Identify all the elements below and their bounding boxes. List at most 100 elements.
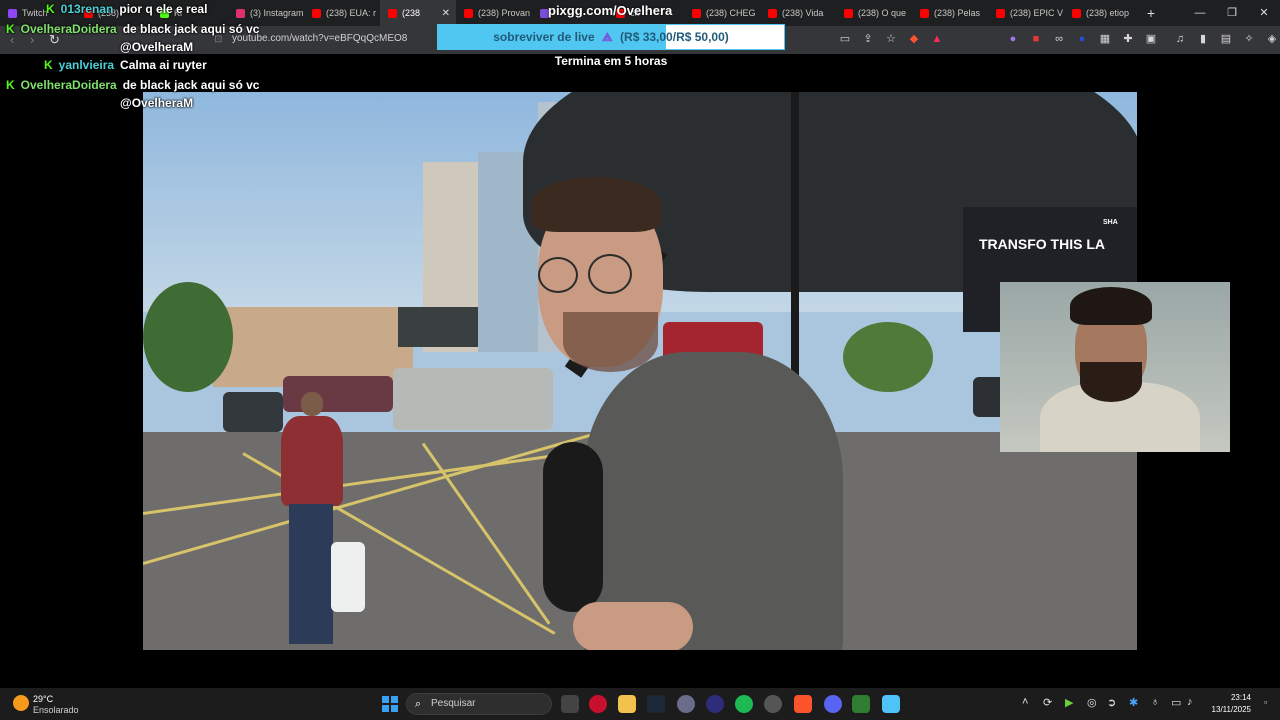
kick-badge-icon: K — [6, 78, 15, 92]
chat-message: K OvelheraDoidera de black jack aqui só vc — [6, 78, 259, 92]
browser-tab[interactable]: (238) EUA: r — [304, 0, 380, 26]
browser-tab[interactable]: (238 ✕ — [380, 0, 456, 26]
kick-badge-icon: K — [6, 22, 15, 36]
network-icon[interactable]: ▭ — [1171, 696, 1181, 709]
chat-username: OvelheraDoidera — [20, 78, 117, 92]
tab-favicon-icon — [388, 8, 397, 18]
leo-ai-icon[interactable]: ✧ — [1242, 32, 1256, 46]
extension-1-icon[interactable]: ● — [1006, 32, 1020, 46]
billboard-text: TRANSFO THIS LA — [979, 236, 1105, 252]
window-controls: — ❐ ✕ — [1184, 0, 1280, 26]
chat-message: Kyanlvieira Calma ai ruyter — [44, 58, 207, 72]
extensions-puzzle-icon[interactable]: ✚ — [1121, 32, 1135, 46]
wallet-icon[interactable]: ▤ — [1219, 32, 1233, 46]
vpn-icon[interactable]: ◈ — [1265, 32, 1279, 46]
pixgg-logo-icon: ⟁ — [601, 30, 613, 44]
app-icon[interactable] — [852, 695, 870, 713]
bluetooth-icon[interactable]: ✱ — [1129, 696, 1138, 709]
app-icon[interactable] — [706, 695, 724, 713]
app-icon[interactable] — [764, 695, 782, 713]
video-tree — [143, 282, 233, 392]
goal-label: sobreviver de live — [493, 30, 595, 44]
file-explorer-icon[interactable] — [618, 695, 636, 713]
start-button[interactable] — [382, 696, 398, 712]
volume-icon[interactable]: ♪ — [1187, 696, 1193, 708]
tab-close-icon[interactable]: ✕ — [442, 8, 450, 19]
weather-sun-icon[interactable] — [13, 695, 29, 711]
tab-favicon-icon — [312, 8, 321, 18]
chat-mention: @OvelheraM — [120, 40, 194, 54]
minimize-button[interactable]: — — [1184, 0, 1216, 26]
video-bag — [543, 442, 603, 612]
video-player[interactable]: SHA TRANSFO THIS LA — [143, 92, 1137, 650]
tab-favicon-icon — [920, 8, 929, 18]
video-vlogger-glasses — [538, 257, 578, 293]
tray-app-icon[interactable]: ◎ — [1087, 696, 1097, 709]
chat-mention: @OvelheraM — [120, 96, 194, 110]
tray-app-icon[interactable]: ➲ — [1107, 696, 1116, 709]
system-clock[interactable]: 23:14 13/11/2025 — [1212, 692, 1251, 716]
weather-temperature[interactable]: 29°C — [33, 694, 53, 704]
tab-title: (238) EUA: r — [326, 8, 377, 18]
browser-tab[interactable]: (238) Vida — [760, 0, 836, 26]
spotify-icon[interactable] — [735, 695, 753, 713]
notepad-icon[interactable] — [882, 695, 900, 713]
brave-browser-icon[interactable] — [794, 695, 812, 713]
taskbar-search[interactable]: ⌕ Pesquisar — [406, 693, 552, 715]
chat-message: K 013renan pior q ele e real — [46, 2, 207, 16]
extension-5-icon[interactable]: ▦ — [1098, 32, 1112, 46]
share-icon[interactable]: ⇪ — [861, 32, 875, 46]
cast-icon[interactable]: ▭ — [838, 32, 852, 46]
app-icon[interactable] — [677, 695, 695, 713]
browser-tab[interactable]: (238) O que — [836, 0, 912, 26]
sidebar-icon[interactable]: ▮ — [1196, 32, 1210, 46]
steam-icon[interactable] — [647, 695, 665, 713]
tab-title: (238) Vida — [782, 8, 824, 18]
goal-time-remaining: Termina em 5 horas — [554, 54, 668, 68]
extension-3-icon[interactable]: ∞ — [1052, 32, 1066, 46]
tab-favicon-icon — [1072, 8, 1081, 18]
chat-text: de black jack aqui só vc — [122, 22, 260, 36]
video-vlogger-glasses — [588, 254, 632, 294]
extension-4-icon[interactable]: ● — [1075, 32, 1089, 46]
browser-tab[interactable]: (238) Pelas — [912, 0, 988, 26]
tab-title: (238) CHEG — [706, 8, 756, 18]
extension-2-icon[interactable]: ■ — [1029, 32, 1043, 46]
screenshot-icon[interactable]: ▣ — [1144, 32, 1158, 46]
tab-favicon-icon — [996, 8, 1005, 18]
new-tab-button[interactable]: + — [1140, 5, 1162, 21]
chat-username: yanlvieira — [58, 58, 115, 72]
tab-favicon-icon — [8, 8, 17, 18]
bookmark-icon[interactable]: ☆ — [884, 32, 898, 46]
brave-rewards-icon[interactable]: ▲ — [930, 32, 944, 46]
task-view-icon[interactable] — [561, 695, 579, 713]
chat-text: de black jack aqui só vc — [122, 78, 260, 92]
media-icon[interactable]: ♫ — [1173, 32, 1187, 46]
donation-goal-text: sobreviver de live ⟁ (R$ 33,00/R$ 50,00) — [438, 25, 784, 49]
tray-app-icon[interactable]: ▶ — [1065, 696, 1073, 709]
tab-title: (3) Instagram — [250, 8, 304, 18]
discord-icon[interactable] — [824, 695, 842, 713]
address-actions: ▭ ⇪ ☆ ◆ ▲ — [838, 32, 944, 46]
close-window-button[interactable]: ✕ — [1248, 0, 1280, 26]
microphone-icon[interactable]: ♁ — [1151, 696, 1159, 708]
browser-tab[interactable]: (238) Provan — [456, 0, 532, 26]
show-hidden-icons-icon[interactable]: ˄ — [1022, 696, 1028, 708]
notifications-icon[interactable]: ▫ — [1264, 697, 1267, 707]
tray-app-icon[interactable]: ⟳ — [1043, 696, 1052, 709]
browser-tab[interactable]: (238) EPIC V — [988, 0, 1064, 26]
search-icon: ⌕ — [415, 698, 422, 710]
webcam-beard — [1080, 362, 1142, 402]
opera-icon[interactable] — [589, 695, 607, 713]
browser-tab[interactable]: (238) CHEG — [684, 0, 760, 26]
brave-shield-icon[interactable]: ◆ — [907, 32, 921, 46]
kick-badge-icon: K — [44, 58, 53, 72]
tab-favicon-icon — [692, 8, 701, 18]
video-vlogger-hair — [531, 177, 661, 232]
webcam-hair — [1070, 287, 1152, 325]
chat-username: OvelheraDoidera — [20, 22, 117, 36]
browser-tab[interactable]: (238) etiop — [1064, 0, 1140, 26]
maximize-button[interactable]: ❐ — [1216, 0, 1248, 26]
weather-description[interactable]: Ensolarado — [33, 705, 79, 715]
video-tree — [843, 322, 933, 392]
